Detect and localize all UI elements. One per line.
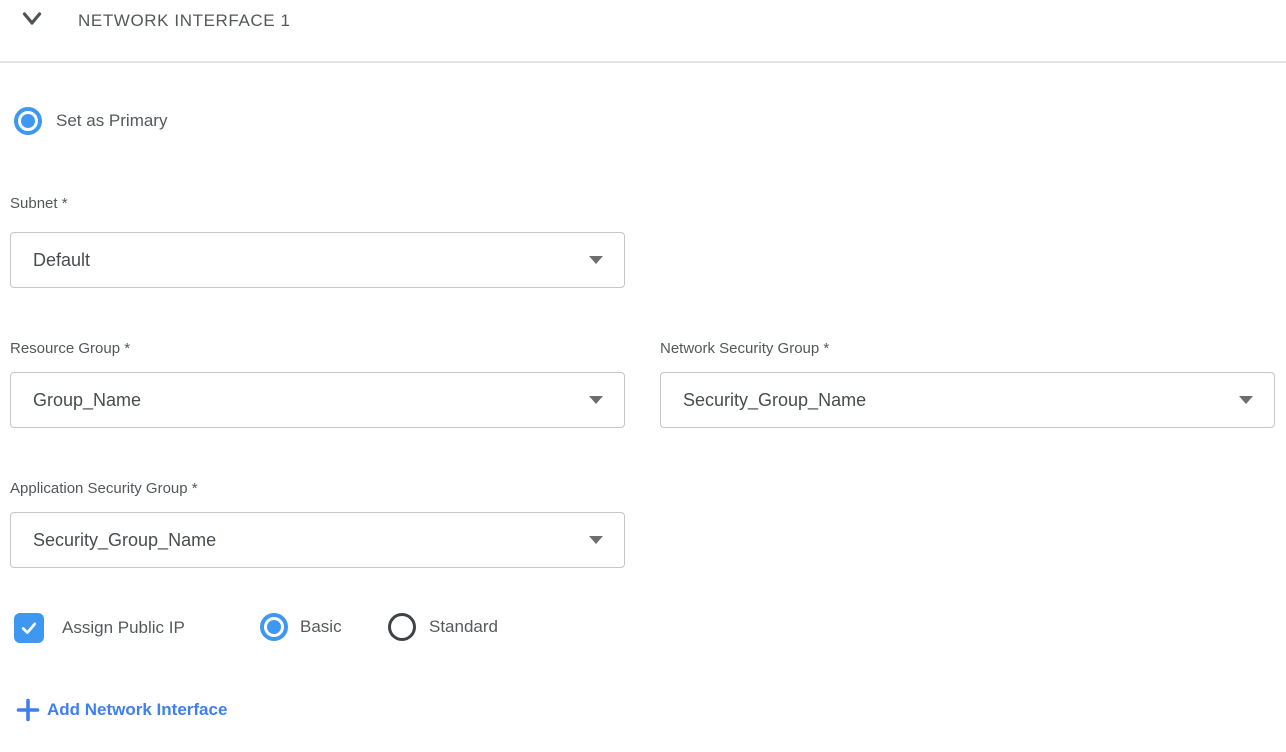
network-security-group-value: Security_Group_Name: [683, 390, 866, 411]
network-security-group-label: Network Security Group *: [660, 340, 829, 357]
resource-group-select[interactable]: Group_Name: [10, 372, 625, 428]
network-interface-section-header: NETWORK INTERFACE 1: [0, 0, 1286, 40]
standard-radio-label: Standard: [429, 617, 498, 637]
plus-icon: [16, 698, 40, 722]
basic-radio-group[interactable]: Basic: [260, 613, 342, 641]
caret-down-icon: [589, 396, 603, 404]
application-security-group-select[interactable]: Security_Group_Name: [10, 512, 625, 568]
subnet-label: Subnet *: [10, 195, 68, 212]
add-network-interface-button[interactable]: Add Network Interface: [16, 698, 227, 722]
resource-group-value: Group_Name: [33, 390, 141, 411]
primary-radio-label: Set as Primary: [56, 111, 167, 131]
checkbox-checked-icon[interactable]: [14, 613, 44, 643]
basic-radio-selected-icon[interactable]: [260, 613, 288, 641]
set-as-primary-radio-group[interactable]: Set as Primary: [14, 107, 167, 135]
collapse-section-button[interactable]: [22, 11, 42, 28]
network-security-group-select[interactable]: Security_Group_Name: [660, 372, 1275, 428]
assign-public-ip-label: Assign Public IP: [62, 618, 185, 638]
application-security-group-value: Security_Group_Name: [33, 530, 216, 551]
caret-down-icon: [1239, 396, 1253, 404]
subnet-value: Default: [33, 250, 90, 271]
section-divider: [0, 61, 1286, 63]
standard-radio-group[interactable]: Standard: [388, 613, 498, 641]
section-title: NETWORK INTERFACE 1: [78, 11, 291, 31]
primary-radio-selected-icon[interactable]: [14, 107, 42, 135]
resource-group-label: Resource Group *: [10, 340, 130, 357]
subnet-select[interactable]: Default: [10, 232, 625, 288]
standard-radio-unselected-icon[interactable]: [388, 613, 416, 641]
application-security-group-label: Application Security Group *: [10, 480, 198, 497]
chevron-down-icon: [22, 16, 42, 31]
add-network-interface-label: Add Network Interface: [47, 700, 227, 720]
assign-public-ip-checkbox-group[interactable]: Assign Public IP: [14, 613, 185, 643]
caret-down-icon: [589, 256, 603, 264]
basic-radio-label: Basic: [300, 617, 342, 637]
caret-down-icon: [589, 536, 603, 544]
